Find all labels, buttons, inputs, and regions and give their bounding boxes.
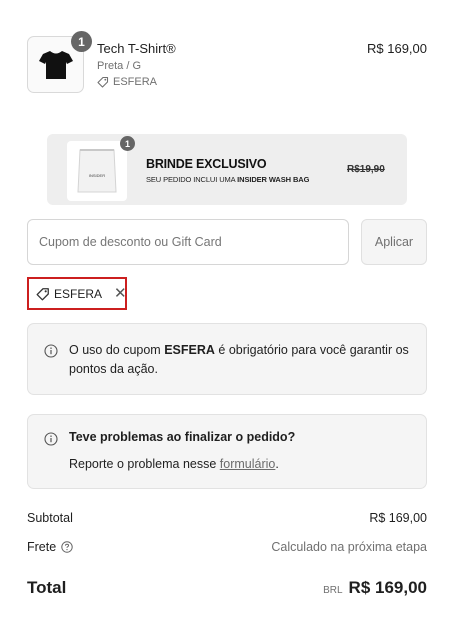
- gift-quantity-badge: 1: [120, 136, 135, 151]
- coupon-info-text: O uso do cupom ESFERA é obrigatório para…: [69, 341, 412, 379]
- gift-title: BRINDE EXCLUSIVO: [146, 157, 267, 171]
- quantity-badge: 1: [71, 31, 92, 52]
- applied-coupon-tag: ESFERA ✕: [27, 277, 127, 310]
- gift-banner: INSIDER 1 BRINDE EXCLUSIVO SEU PEDIDO IN…: [47, 134, 407, 205]
- coupon-info-code: ESFERA: [164, 343, 215, 357]
- problem-info-title: Teve problemas ao finalizar o pedido?: [69, 430, 296, 444]
- gift-subtitle-prefix: SEU PEDIDO INCLUI UMA: [146, 175, 236, 184]
- product-price: R$ 169,00: [367, 41, 427, 56]
- coupon-info-box: O uso do cupom ESFERA é obrigatório para…: [27, 323, 427, 395]
- wash-bag-icon: INSIDER: [77, 149, 117, 193]
- cart-line-item: 1 Tech T-Shirt® Preta / G ESFERA R$ 169,…: [27, 31, 427, 96]
- shipping-label: Frete: [27, 540, 57, 554]
- total-value: R$ 169,00: [348, 578, 427, 597]
- gift-thumb-text: INSIDER: [89, 173, 105, 178]
- info-icon: [44, 344, 58, 358]
- tag-icon: [36, 287, 49, 300]
- tag-icon: [97, 76, 109, 88]
- gift-subtitle-item: INSIDER WASH BAG: [237, 175, 310, 184]
- product-discount-code: ESFERA: [113, 76, 158, 88]
- subtotal-value: R$ 169,00: [369, 511, 427, 525]
- coupon-info-prefix: O uso do cupom: [69, 343, 161, 357]
- total-label: Total: [27, 578, 67, 597]
- help-icon[interactable]: [61, 541, 73, 553]
- shipping-value: Calculado na próxima etapa: [271, 540, 427, 554]
- shipping-row: Frete Calculado na próxima etapa: [27, 540, 427, 554]
- total-row: Total BRL R$ 169,00: [27, 578, 427, 598]
- info-icon: [44, 432, 58, 446]
- gift-subtitle: SEU PEDIDO INCLUI UMA INSIDER WASH BAG: [146, 175, 309, 184]
- problem-info-prefix: Reporte o problema nesse: [69, 457, 217, 471]
- subtotal-label: Subtotal: [27, 511, 73, 525]
- currency-code: BRL: [323, 585, 343, 596]
- report-form-link[interactable]: formulário: [220, 457, 276, 471]
- problem-info-suffix: .: [275, 457, 279, 471]
- problem-info-box: Teve problemas ao finalizar o pedido? Re…: [27, 414, 427, 489]
- apply-coupon-button[interactable]: Aplicar: [361, 219, 427, 265]
- product-name: Tech T-Shirt®: [97, 41, 176, 56]
- problem-info-body: Reporte o problema nesse formulário.: [69, 457, 279, 471]
- product-discount: ESFERA: [97, 76, 157, 88]
- applied-coupon-code: ESFERA: [54, 286, 103, 301]
- product-variant: Preta / G: [97, 60, 142, 72]
- tshirt-icon: [38, 50, 73, 79]
- gift-image: INSIDER: [67, 141, 127, 201]
- gift-old-price: R$19,90: [347, 164, 385, 175]
- coupon-input[interactable]: [27, 219, 349, 265]
- subtotal-row: Subtotal R$ 169,00: [27, 511, 427, 525]
- remove-coupon-icon[interactable]: ✕: [114, 286, 127, 301]
